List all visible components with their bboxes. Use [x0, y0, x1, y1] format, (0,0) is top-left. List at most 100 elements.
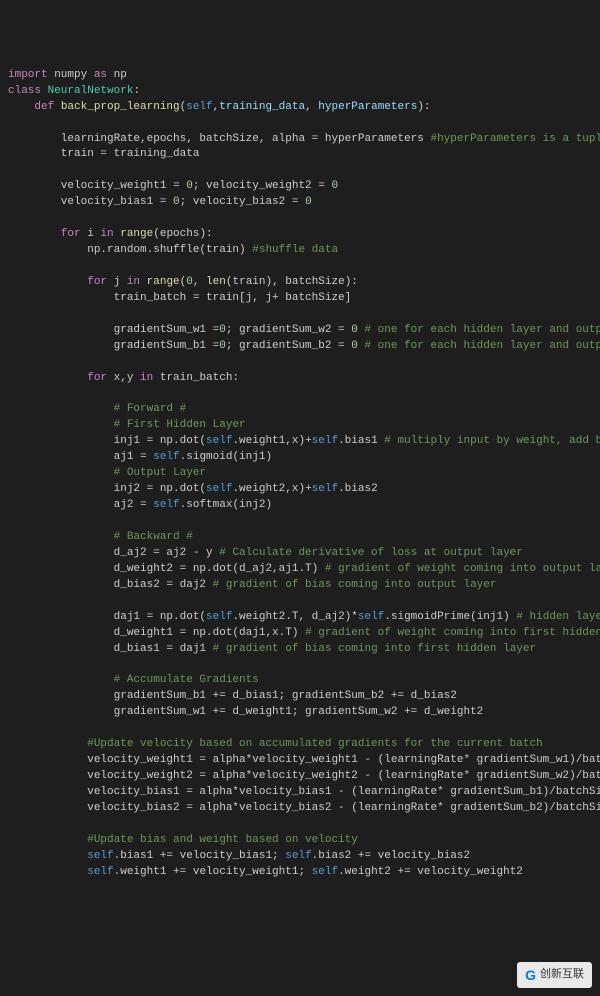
t: # gradient of bias coming into first hid…	[213, 643, 536, 655]
t: #shuffle data	[252, 244, 338, 256]
t	[8, 866, 87, 878]
t: np.random.shuffle(train)	[8, 244, 252, 256]
t: NeuralNetwork	[48, 85, 134, 97]
t: numpy	[48, 69, 94, 81]
t: .weight1,x)+	[232, 435, 311, 447]
t: 0	[219, 324, 226, 336]
t: # Output Layer	[8, 467, 206, 479]
t: # Backward #	[8, 531, 193, 543]
t: d_bias1 = daj1	[8, 643, 213, 655]
t: # Forward #	[8, 403, 186, 415]
t: (epochs):	[153, 228, 212, 240]
t: velocity_bias1 = alpha*velocity_bias1 - …	[8, 786, 600, 798]
t: train = training_data	[8, 148, 199, 160]
t: 0	[351, 340, 364, 352]
t: ,	[305, 101, 318, 113]
t: self	[206, 435, 232, 447]
t: train_batch:	[160, 372, 239, 384]
t: # multiply input by weight, add bias	[384, 435, 600, 447]
t: ; velocity_weight2 =	[193, 180, 332, 192]
t: 0	[219, 340, 226, 352]
t: velocity_weight2 = alpha*velocity_weight…	[8, 770, 600, 782]
t: for	[8, 372, 114, 384]
t: gradientSum_b1 =	[8, 340, 219, 352]
t: for	[8, 276, 114, 288]
t: self	[153, 451, 179, 463]
t: for	[8, 228, 87, 240]
t: 0	[173, 196, 180, 208]
watermark: G 创新互联	[517, 962, 592, 988]
t: # gradient of bias coming into output la…	[213, 579, 497, 591]
t: learningRate,epochs, batchSize, alpha = …	[8, 133, 430, 145]
t: 0	[305, 196, 312, 208]
t: 0	[351, 324, 364, 336]
t: velocity_bias1 =	[8, 196, 173, 208]
t: np	[107, 69, 127, 81]
t: in	[100, 228, 120, 240]
t: ; velocity_bias2 =	[180, 196, 305, 208]
t: self	[153, 499, 179, 511]
t: self	[312, 866, 338, 878]
t: def	[8, 101, 61, 113]
t: back_prop_learning	[61, 101, 180, 113]
t: self	[312, 435, 338, 447]
t: #hyperParameters is a tuple of parameter…	[430, 133, 600, 145]
t: .weight2.T, d_aj2)*	[232, 611, 357, 623]
t: d_aj2 = aj2 - y	[8, 547, 219, 559]
t: as	[94, 69, 107, 81]
t: 0	[331, 180, 338, 192]
t: train_batch = train[j, j+ batchSize]	[8, 292, 351, 304]
t: aj1 =	[8, 451, 153, 463]
t: hyperParameters	[318, 101, 417, 113]
t: aj2 =	[8, 499, 153, 511]
t: self	[186, 101, 212, 113]
t: d_bias2 = daj2	[8, 579, 213, 591]
t: import	[8, 69, 48, 81]
t: class	[8, 85, 48, 97]
t: range	[147, 276, 180, 288]
t: .sigmoid(inj1)	[180, 451, 272, 463]
t: .bias1 += velocity_bias1;	[114, 850, 286, 862]
t: in	[140, 372, 160, 384]
t: 0	[186, 180, 193, 192]
t: velocity_bias2 = alpha*velocity_bias2 - …	[8, 802, 600, 814]
watermark-logo-icon: G	[525, 965, 536, 985]
t: d_weight2 = np.dot(d_aj2,aj1.T)	[8, 563, 325, 575]
t: .sigmoidPrime(inj1)	[384, 611, 516, 623]
t: in	[127, 276, 147, 288]
t: self	[312, 483, 338, 495]
t: ; gradientSum_w2 =	[226, 324, 351, 336]
code-block: import numpy as np class NeuralNetwork: …	[8, 68, 600, 881]
t: inj2 = np.dot(	[8, 483, 206, 495]
t: ):	[417, 101, 430, 113]
t: training_data	[219, 101, 305, 113]
t: self	[87, 850, 113, 862]
t: self	[285, 850, 311, 862]
t: self	[358, 611, 384, 623]
t: x,y	[114, 372, 140, 384]
t: i	[87, 228, 100, 240]
t: .weight1 += velocity_weight1;	[114, 866, 312, 878]
t: # hidden layer	[516, 611, 600, 623]
t: # First Hidden Layer	[8, 419, 246, 431]
watermark-text: 创新互联	[540, 967, 584, 983]
t: ; gradientSum_b2 =	[226, 340, 351, 352]
t: .weight2,x)+	[232, 483, 311, 495]
t: .softmax(inj2)	[180, 499, 272, 511]
t: self	[206, 611, 232, 623]
t: self	[87, 866, 113, 878]
t: (train), batchSize):	[226, 276, 358, 288]
t: .bias2	[338, 483, 378, 495]
t: # gradient of weight coming into output …	[325, 563, 600, 575]
t: # Accumulate Gradients	[8, 674, 259, 686]
t: :	[133, 85, 140, 97]
t: daj1 = np.dot(	[8, 611, 206, 623]
t: .bias2 += velocity_bias2	[312, 850, 470, 862]
t: len	[206, 276, 226, 288]
t: range	[120, 228, 153, 240]
t: # gradient of weight coming into first h…	[305, 627, 600, 639]
t: 0	[186, 276, 193, 288]
t: # one for each hidden layer and output l…	[364, 324, 600, 336]
t: #Update bias and weight based on velocit…	[8, 834, 358, 846]
t	[8, 850, 87, 862]
